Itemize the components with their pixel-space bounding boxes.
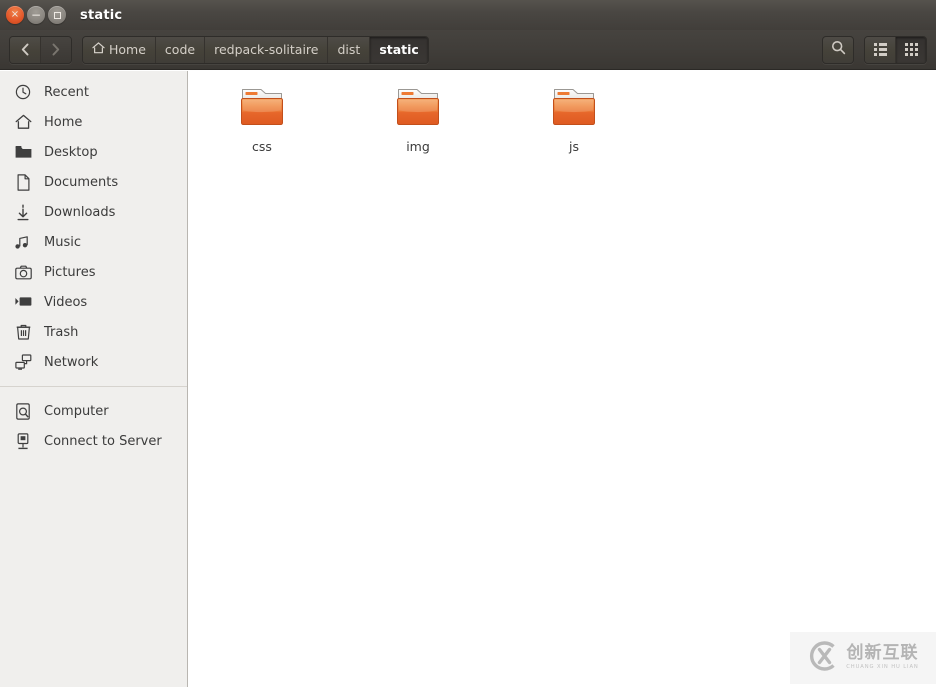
sidebar-item-documents[interactable]: Documents (0, 167, 187, 197)
file-label: js (569, 139, 579, 154)
back-button[interactable] (10, 36, 40, 63)
breadcrumb-label: code (164, 42, 196, 57)
network-icon (14, 353, 32, 371)
breadcrumb-label: static (379, 42, 419, 57)
computer-icon (14, 402, 32, 420)
sidebar-item-trash[interactable]: Trash (0, 317, 187, 347)
folder-icon (394, 85, 442, 133)
folder-icon (238, 85, 286, 133)
sidebar-item-videos[interactable]: Videos (0, 287, 187, 317)
close-button[interactable]: × (6, 6, 24, 24)
watermark-pinyin: CHUANG XIN HU LIAN (846, 664, 919, 671)
file-label: css (252, 139, 272, 154)
breadcrumb-label: Home (109, 42, 146, 57)
minimize-button[interactable]: − (27, 6, 45, 24)
download-icon (14, 203, 32, 221)
sidebar-item-label: Documents (44, 174, 119, 190)
search-icon (831, 40, 846, 59)
file-item-css[interactable]: css (238, 85, 286, 154)
breadcrumb-item-static[interactable]: static (369, 36, 428, 63)
cx-logo-icon (807, 639, 841, 677)
camera-icon (14, 263, 32, 281)
file-list-area[interactable]: css img js 创新互联 CHUANG XIN HU LIAN (189, 71, 936, 688)
breadcrumb-item-dist[interactable]: dist (327, 36, 370, 63)
breadcrumb: Home code redpack-solitaire dist static (82, 35, 429, 64)
grid-view-button[interactable] (895, 36, 926, 63)
breadcrumb-item-home[interactable]: Home (83, 36, 155, 63)
list-view-icon (873, 43, 887, 56)
document-icon (14, 173, 32, 191)
sidebar-item-music[interactable]: Music (0, 227, 187, 257)
sidebar-item-label: Desktop (44, 144, 98, 160)
breadcrumb-label: dist (337, 42, 361, 57)
title-bar: × − static (0, 0, 936, 30)
home-icon (92, 42, 105, 57)
toolbar: Home code redpack-solitaire dist static (0, 30, 936, 70)
icon-grid: css img js (189, 71, 936, 154)
navigation-button-group (9, 35, 72, 64)
list-view-button[interactable] (865, 36, 895, 63)
chevron-left-icon (21, 43, 29, 56)
breadcrumb-label: redpack-solitaire (214, 42, 319, 57)
chevron-right-icon (52, 43, 60, 56)
sidebar-item-label: Videos (44, 294, 88, 310)
watermark-chinese: 创新互联 (846, 643, 919, 664)
grid-view-icon (904, 43, 918, 56)
trash-icon (14, 323, 32, 341)
folder-icon (550, 85, 598, 133)
sidebar-item-label: Recent (44, 84, 89, 100)
search-button[interactable] (822, 35, 854, 64)
home-icon (14, 113, 32, 131)
watermark-text: 创新互联 CHUANG XIN HU LIAN (846, 645, 918, 670)
sidebar-item-label: Computer (44, 403, 109, 419)
close-icon: × (10, 9, 20, 20)
sidebar: Recent Home Desktop Documents Downloads … (0, 71, 188, 687)
sidebar-item-recent[interactable]: Recent (0, 77, 187, 107)
sidebar-item-pictures[interactable]: Pictures (0, 257, 187, 287)
sidebar-item-label: Pictures (44, 264, 96, 280)
maximize-button[interactable] (48, 6, 66, 24)
sidebar-item-label: Home (44, 114, 83, 130)
server-icon (14, 432, 32, 450)
sidebar-item-label: Trash (44, 324, 79, 340)
forward-button[interactable] (40, 36, 71, 63)
sidebar-item-network[interactable]: Network (0, 347, 187, 377)
window-title: static (80, 7, 123, 23)
folder-icon (14, 143, 32, 161)
file-label: img (406, 139, 430, 154)
sidebar-separator (0, 386, 187, 387)
minimize-icon: − (30, 8, 42, 22)
sidebar-item-downloads[interactable]: Downloads (0, 197, 187, 227)
sidebar-item-desktop[interactable]: Desktop (0, 137, 187, 167)
toolbar-right-group (822, 35, 927, 64)
sidebar-item-connect-to-server[interactable]: Connect to Server (0, 426, 187, 456)
file-item-js[interactable]: js (550, 85, 598, 154)
file-item-img[interactable]: img (394, 85, 442, 154)
sidebar-item-label: Music (44, 234, 81, 250)
watermark: 创新互联 CHUANG XIN HU LIAN (790, 632, 936, 684)
sidebar-item-computer[interactable]: Computer (0, 396, 187, 426)
breadcrumb-item-code[interactable]: code (154, 36, 205, 63)
sidebar-item-label: Downloads (44, 204, 116, 220)
maximize-icon (48, 6, 66, 24)
music-icon (14, 233, 32, 251)
video-icon (14, 293, 32, 311)
sidebar-item-label: Connect to Server (44, 433, 162, 449)
sidebar-item-label: Network (44, 354, 99, 370)
breadcrumb-item-redpack-solitaire[interactable]: redpack-solitaire (204, 36, 328, 63)
sidebar-item-home[interactable]: Home (0, 107, 187, 137)
clock-icon (14, 83, 32, 101)
file-manager-window: × − static Home code redpack-solitaire d… (0, 0, 936, 688)
view-toggle-group (864, 35, 927, 64)
